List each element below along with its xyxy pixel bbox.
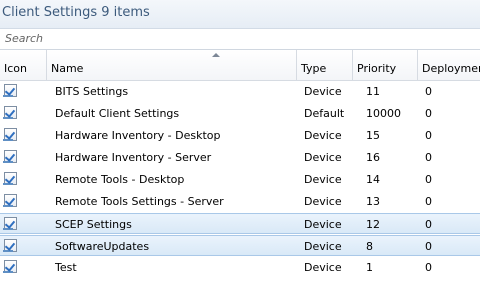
row-name: SoftwareUpdates [55, 240, 150, 253]
row-type: Device [304, 240, 342, 253]
client-settings-icon [3, 217, 18, 231]
row-type: Device [304, 173, 342, 186]
row-deployments: 0 [425, 107, 432, 120]
row-type: Device [304, 129, 342, 142]
client-settings-icon [3, 172, 18, 186]
row-name: Default Client Settings [55, 107, 180, 120]
table-row[interactable]: Default Client Settings Default 10000 0 [0, 103, 480, 124]
row-deployments: 0 [425, 173, 432, 186]
table-row[interactable]: Remote Tools - Desktop Device 14 0 [0, 169, 480, 190]
row-name: Remote Tools Settings - Server [55, 195, 224, 208]
client-settings-icon [3, 194, 18, 208]
row-type: Device [304, 218, 342, 231]
row-deployments: 0 [425, 129, 432, 142]
table-row[interactable]: Remote Tools Settings - Server Device 13 0 [0, 191, 480, 212]
row-priority: 16 [366, 151, 380, 164]
row-name: Remote Tools - Desktop [55, 173, 185, 186]
row-priority: 1 [366, 261, 373, 274]
row-name: SCEP Settings [55, 218, 132, 231]
row-type: Device [304, 151, 342, 164]
row-priority: 8 [366, 240, 373, 253]
row-priority: 12 [366, 218, 380, 231]
column-header-type[interactable]: Type [297, 50, 353, 80]
row-priority: 14 [366, 173, 380, 186]
row-deployments: 0 [425, 218, 432, 231]
column-header-icon[interactable]: Icon [0, 50, 47, 80]
row-deployments: 0 [425, 85, 432, 98]
client-settings-icon [3, 150, 18, 164]
search-bar [0, 29, 480, 50]
results-header: Client Settings 9 items [0, 0, 480, 29]
row-deployments: 0 [425, 261, 432, 274]
table-row[interactable]: SoftwareUpdates Device 8 0 [0, 235, 480, 256]
column-header-priority[interactable]: Priority [353, 50, 418, 80]
row-type: Default [304, 107, 345, 120]
client-settings-icon [3, 84, 18, 98]
column-header-deployments[interactable]: Deployments [418, 50, 480, 80]
table-row[interactable]: BITS Settings Device 11 0 [0, 81, 480, 102]
row-type: Device [304, 195, 342, 208]
client-settings-icon [3, 239, 18, 253]
table-row[interactable]: Hardware Inventory - Server Device 16 0 [0, 147, 480, 168]
row-priority: 11 [366, 85, 380, 98]
column-header-row: Icon Name Type Priority Deployments [0, 50, 480, 81]
row-name: Test [55, 261, 77, 274]
page-title: Client Settings 9 items [2, 5, 150, 20]
row-deployments: 0 [425, 195, 432, 208]
sort-ascending-icon [212, 53, 220, 57]
client-settings-icon [3, 128, 18, 142]
search-input[interactable] [0, 29, 475, 47]
table-row[interactable]: Hardware Inventory - Desktop Device 15 0 [0, 125, 480, 146]
row-priority: 10000 [366, 107, 401, 120]
client-settings-icon [3, 260, 18, 274]
client-settings-icon [3, 106, 18, 120]
table-row[interactable]: SCEP Settings Device 12 0 [0, 213, 480, 234]
row-priority: 13 [366, 195, 380, 208]
row-deployments: 0 [425, 151, 432, 164]
row-name: Hardware Inventory - Server [55, 151, 212, 164]
row-type: Device [304, 261, 342, 274]
row-name: Hardware Inventory - Desktop [55, 129, 221, 142]
table-row[interactable]: Test Device 1 0 [0, 257, 480, 278]
column-header-name[interactable]: Name [47, 50, 297, 80]
row-deployments: 0 [425, 240, 432, 253]
row-priority: 15 [366, 129, 380, 142]
row-type: Device [304, 85, 342, 98]
row-name: BITS Settings [55, 85, 129, 98]
